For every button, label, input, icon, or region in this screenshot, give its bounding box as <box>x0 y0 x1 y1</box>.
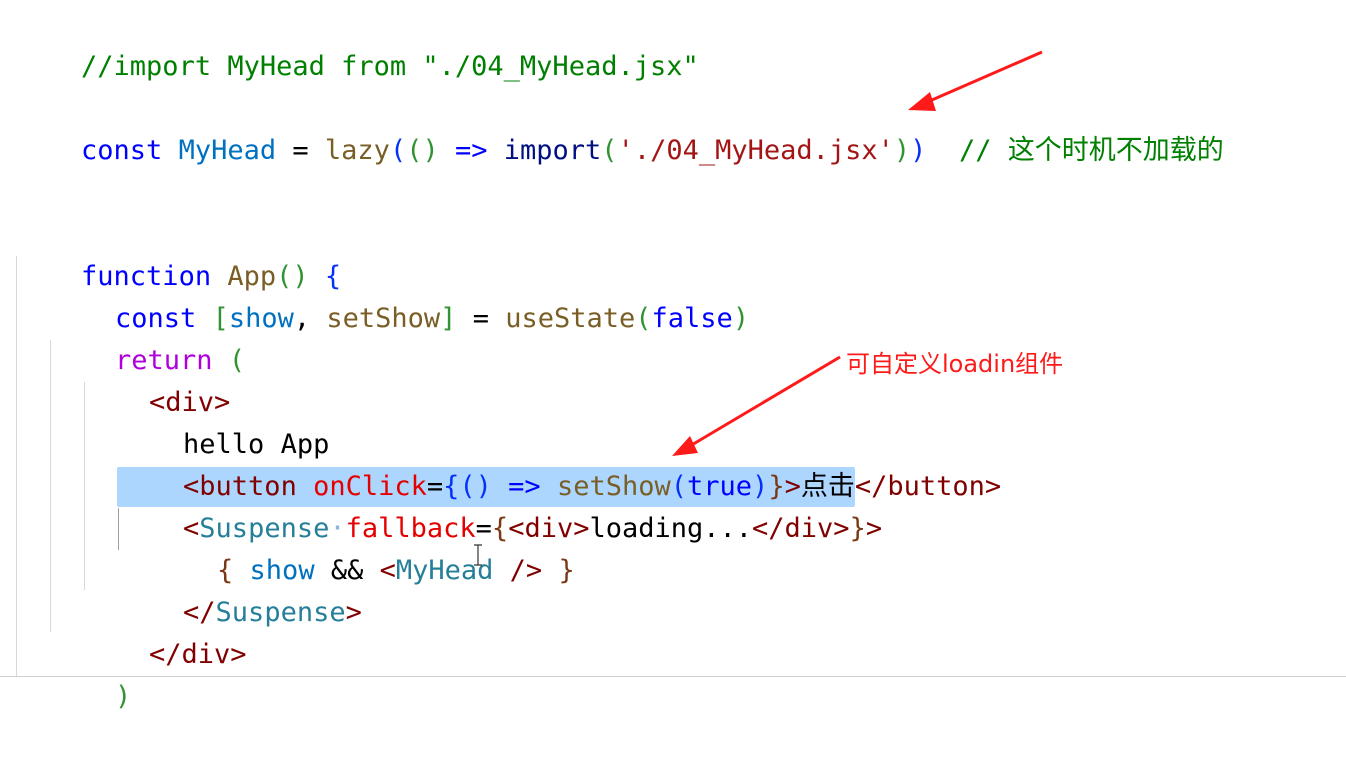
bracket: ) <box>115 681 132 712</box>
code-editor[interactable]: //import MyHead from "./04_MyHead.jsx" c… <box>0 0 1346 712</box>
arrow-lazy <box>908 50 1043 111</box>
arrow-fallback <box>672 355 841 456</box>
text-cursor-icon <box>474 544 482 566</box>
annotation-arrows <box>672 50 1043 456</box>
divider <box>0 676 1346 677</box>
